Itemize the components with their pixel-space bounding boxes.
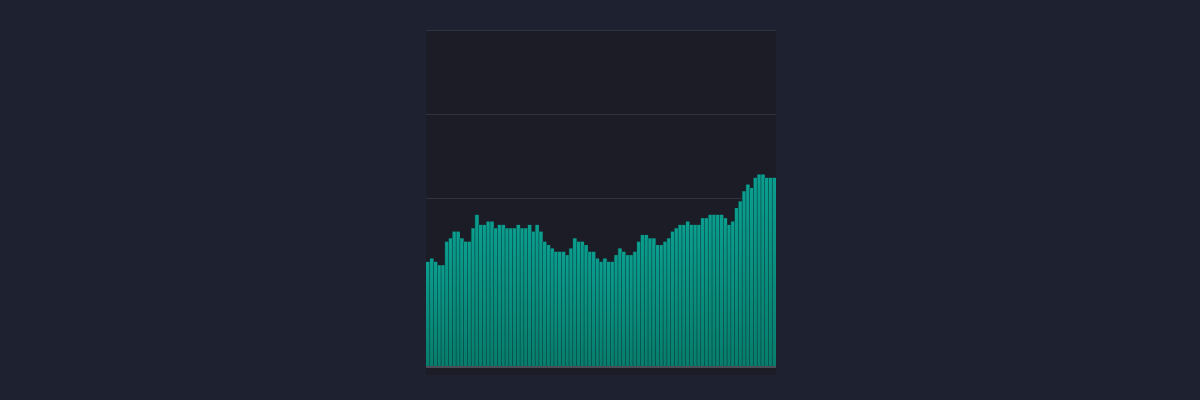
bar: [719, 214, 724, 366]
page-background: [0, 0, 1200, 400]
bar: [471, 228, 475, 366]
bar: [704, 218, 709, 366]
bar: [670, 231, 675, 366]
bar: [497, 224, 502, 366]
bar: [478, 224, 483, 366]
bar: [550, 248, 554, 366]
bar: [520, 228, 524, 366]
chart-panel: [426, 30, 776, 375]
bar: [610, 261, 615, 366]
bar: [459, 238, 464, 366]
bar-chart: [426, 30, 776, 375]
bar: [659, 245, 664, 366]
bar: [587, 251, 592, 366]
bar: [572, 238, 577, 366]
bar: [621, 251, 626, 366]
bar: [757, 174, 761, 366]
bar: [730, 221, 735, 366]
bar: [681, 224, 686, 366]
bar: [576, 241, 581, 366]
bar: [448, 238, 453, 366]
bar: [614, 255, 618, 366]
bar: [712, 214, 716, 366]
bar: [538, 231, 543, 366]
bar: [734, 208, 739, 366]
bar: [429, 258, 434, 366]
bar: [467, 241, 472, 366]
bar: [489, 221, 494, 366]
bar: [523, 228, 528, 366]
bar: [723, 218, 728, 366]
bar: [531, 231, 536, 366]
bar: [666, 238, 671, 366]
bar: [655, 245, 660, 366]
bar: [674, 228, 679, 366]
bar: [760, 174, 765, 366]
bar: [625, 255, 630, 366]
bar: [501, 224, 506, 366]
bar: [441, 265, 445, 366]
bar: [426, 261, 430, 366]
bar: [617, 248, 622, 366]
bar: [640, 234, 645, 366]
bar: [606, 261, 611, 366]
bar: [663, 241, 667, 366]
bar: [474, 214, 479, 366]
bar: [768, 177, 773, 366]
bar: [629, 255, 634, 366]
bar: [632, 251, 637, 366]
bar: [553, 251, 558, 366]
bar: [444, 241, 449, 366]
bar: [745, 184, 750, 366]
bar: [685, 221, 690, 366]
bar: [591, 251, 596, 366]
bar: [678, 224, 682, 366]
bar: [456, 231, 460, 366]
bar: [708, 214, 713, 366]
bar: [546, 245, 551, 366]
bar: [764, 177, 769, 366]
bar: [700, 218, 705, 366]
bar: [486, 221, 491, 366]
bar: [749, 187, 754, 366]
bar: [557, 251, 562, 366]
bar: [772, 177, 776, 366]
bar: [602, 258, 607, 366]
bar: [508, 228, 513, 366]
bar: [742, 191, 746, 366]
bar: [512, 228, 517, 366]
bar: [493, 228, 498, 366]
bar: [636, 241, 641, 366]
bar: [599, 261, 603, 366]
bar: [565, 255, 570, 366]
bar: [535, 224, 539, 366]
bar: [561, 251, 566, 366]
bar: [648, 238, 652, 366]
bar: [542, 241, 547, 366]
bar: [727, 224, 731, 366]
bar: [452, 231, 457, 366]
bar: [696, 224, 701, 366]
bar: [505, 228, 509, 366]
bar: [584, 245, 588, 366]
bar: [580, 241, 585, 366]
bar: [693, 224, 698, 366]
bar: [569, 248, 573, 366]
bar: [595, 258, 600, 366]
bar: [715, 214, 720, 366]
bar: [689, 224, 694, 366]
bar: [753, 177, 758, 366]
bar: [437, 265, 442, 366]
bar: [482, 224, 487, 366]
bar: [433, 261, 438, 366]
bar: [738, 201, 743, 366]
bar: [516, 224, 521, 366]
bar: [463, 241, 468, 366]
bar: [651, 238, 656, 366]
bar: [527, 224, 532, 366]
bar: [644, 234, 649, 366]
